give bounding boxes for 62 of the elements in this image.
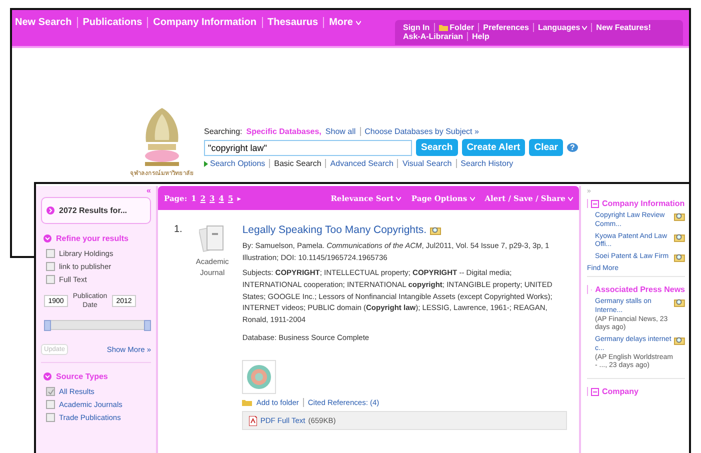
magnifier-icon[interactable] bbox=[674, 336, 685, 345]
results-count: 2072 Results for... bbox=[59, 206, 128, 215]
account-link[interactable]: New Features! bbox=[591, 23, 655, 32]
magnifier-icon[interactable] bbox=[674, 212, 685, 221]
document-icon bbox=[199, 224, 226, 252]
search-action-button[interactable]: Create Alert bbox=[462, 139, 526, 156]
section-title: Associated Press News bbox=[595, 285, 685, 294]
nav-link[interactable]: New Search bbox=[15, 17, 77, 28]
toggle-icon[interactable] bbox=[43, 372, 52, 382]
nav-link[interactable]: Publications bbox=[76, 17, 148, 28]
account-link[interactable]: Folder bbox=[434, 23, 478, 32]
caret-icon bbox=[396, 196, 402, 200]
check-icon bbox=[48, 388, 54, 395]
search-mode-link[interactable]: Basic Search bbox=[274, 159, 322, 168]
search-mode-link[interactable]: Search History bbox=[460, 159, 514, 168]
section-title: Company Information bbox=[602, 199, 685, 208]
slider-handle[interactable] bbox=[144, 320, 151, 332]
account-link[interactable]: Languages bbox=[532, 23, 592, 32]
slider-handle[interactable] bbox=[44, 320, 51, 332]
result-title-link[interactable]: Legally Speaking Too Many Copyrights. bbox=[242, 224, 571, 236]
result-number: 1. bbox=[174, 224, 182, 237]
section-title: Refine your results bbox=[56, 234, 128, 243]
magnifier-icon[interactable] bbox=[674, 298, 685, 307]
checkbox[interactable] bbox=[46, 249, 55, 258]
checkbox[interactable] bbox=[46, 387, 55, 396]
search-action-button[interactable]: Search bbox=[416, 139, 458, 156]
show-all-link[interactable]: Show all bbox=[325, 127, 356, 136]
search-field[interactable]: "copyright law" bbox=[204, 140, 412, 156]
account-link[interactable]: Preferences bbox=[478, 23, 533, 32]
section-title: Source Types bbox=[56, 372, 108, 382]
search-mode-link[interactable]: Advanced Search bbox=[330, 159, 394, 168]
cover-thumbnail[interactable] bbox=[242, 360, 276, 394]
searching-label: Searching: bbox=[204, 127, 242, 136]
folder-icon bbox=[242, 399, 252, 406]
folder-icon bbox=[438, 24, 448, 31]
magnifier-icon[interactable] bbox=[674, 232, 685, 242]
help-button[interactable]: ? bbox=[566, 143, 578, 152]
checkbox[interactable] bbox=[46, 262, 55, 271]
checkbox[interactable] bbox=[46, 413, 55, 422]
section-title: Company bbox=[602, 387, 638, 396]
searching-value: Specific Databases, bbox=[246, 127, 322, 136]
nav-link[interactable]: More bbox=[323, 17, 366, 28]
search-mode-link[interactable]: Search Options bbox=[204, 159, 266, 168]
collapse-link[interactable]: « bbox=[146, 186, 151, 195]
arrow-circle-icon bbox=[46, 206, 55, 215]
caret-icon bbox=[470, 196, 475, 200]
pdf-icon bbox=[249, 416, 258, 426]
caret-icon bbox=[568, 196, 573, 200]
nav-link[interactable]: Company Information bbox=[147, 17, 262, 28]
cover-image bbox=[246, 364, 272, 390]
magnifier-icon[interactable] bbox=[430, 226, 441, 234]
nav-link[interactable]: Thesaurus bbox=[262, 17, 324, 28]
search-mode-link[interactable]: Visual Search bbox=[402, 159, 452, 168]
toggle-icon[interactable] bbox=[43, 234, 52, 243]
account-link[interactable]: Help bbox=[467, 32, 494, 41]
checkbox[interactable] bbox=[46, 275, 55, 284]
checkbox[interactable] bbox=[46, 400, 55, 410]
choose-databases-link[interactable]: Choose Databases by Subject » bbox=[364, 127, 479, 136]
account-link[interactable]: Sign In bbox=[403, 23, 434, 32]
search-action-button[interactable]: Clear bbox=[529, 139, 563, 156]
account-link[interactable]: Ask-A-Librarian bbox=[403, 32, 468, 41]
magnifier-icon[interactable] bbox=[674, 253, 685, 262]
